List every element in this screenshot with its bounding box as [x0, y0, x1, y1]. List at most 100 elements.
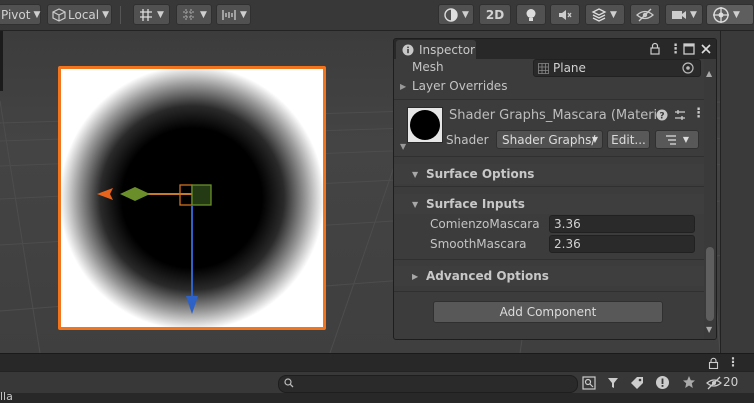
comienzomascara-value: 3.36 [554, 217, 581, 231]
material-preview-thumbnail [407, 107, 443, 143]
yz-plane-handle[interactable] [191, 184, 212, 206]
shader-value: Shader Graphs/ [502, 132, 596, 147]
mesh-value: Plane [553, 61, 586, 75]
lock-icon[interactable] [649, 42, 661, 55]
label-tag-icon[interactable] [630, 376, 644, 390]
y-axis-arrow[interactable] [186, 296, 198, 314]
material-foldout-arrow[interactable]: ▼ [400, 142, 406, 151]
lock-icon[interactable] [708, 357, 719, 369]
increment-snap-toggle[interactable]: ▼ [176, 4, 212, 25]
shader-dropdown[interactable]: Shader Graphs/ ▼ [496, 130, 603, 149]
shader-options-dropdown[interactable]: ▼ [655, 130, 699, 149]
panel-menu-icon[interactable]: ⋮ [727, 355, 739, 369]
foldout-arrow: ▶ [412, 271, 419, 281]
preset-sliders-icon[interactable] [674, 109, 686, 121]
property-label-comienzomascara: ComienzoMascara [430, 217, 540, 231]
material-name: Shader Graphs_Mascara (Materi [449, 108, 658, 123]
local-label: Local [68, 7, 100, 22]
camera-settings-dropdown[interactable]: ▼ [665, 4, 703, 25]
hidden-count: 20 [723, 375, 739, 389]
adjacent-panel-strip [720, 31, 754, 353]
inspector-tab-label: Inspector [419, 42, 475, 57]
smoothmascara-value: 2.36 [554, 237, 581, 251]
scroll-up-arrow[interactable]: ▲ [706, 69, 712, 78]
audio-toggle[interactable] [550, 4, 580, 25]
add-component-button[interactable]: Add Component [433, 301, 663, 323]
pivot-label: Pivot [1, 7, 31, 22]
chevron-down-icon: ▼ [462, 9, 469, 20]
mesh-label: Mesh [412, 60, 444, 74]
help-icon[interactable]: ? [656, 109, 668, 121]
mode-2d-toggle[interactable]: 2D [479, 4, 511, 25]
search-icon [284, 378, 294, 388]
layer-overrides-foldout-arrow[interactable]: ▶ [400, 82, 406, 91]
eye-slash-icon [636, 7, 654, 23]
z-axis-cone[interactable] [120, 187, 150, 201]
scene-toolbar: Pivot ▼ Local ▼ ▼ ▼ ▼ ▼ 2D ▼ ▼ ▼ [0, 0, 754, 31]
pivot-dropdown[interactable]: Pivot ▼ [0, 4, 41, 25]
layer-overrides-label[interactable]: Layer Overrides [412, 79, 507, 93]
lightbulb-icon [523, 7, 539, 23]
status-text: lla [0, 390, 13, 403]
shading-sphere-icon [443, 7, 459, 23]
hidden-objects-toggle[interactable] [630, 4, 660, 25]
comienzomascara-float-field[interactable]: 3.36 [549, 215, 695, 233]
lighting-toggle[interactable] [516, 4, 546, 25]
hidden-packages-icon[interactable] [706, 376, 722, 390]
shader-label: Shader [446, 133, 489, 147]
filter-icon[interactable] [606, 376, 620, 390]
shading-mode-dropdown[interactable]: ▼ [438, 4, 474, 25]
edit-shader-button[interactable]: Edit... [607, 130, 650, 149]
tab-inspector[interactable]: Inspector [396, 40, 476, 59]
grid-snap-toggle[interactable]: ▼ [133, 4, 170, 25]
local-global-dropdown[interactable]: Local ▼ [47, 4, 112, 25]
snap-increment-icon [181, 7, 197, 23]
chevron-down-icon: ▼ [682, 135, 690, 144]
mesh-object-field[interactable]: Plane [533, 59, 701, 77]
divider [394, 259, 704, 260]
chevron-down-icon: ▼ [102, 9, 110, 20]
inspector-header: Inspector ⋮ [394, 39, 716, 59]
scrollbar-thumb[interactable] [706, 247, 714, 321]
chevron-down-icon: ▼ [610, 9, 617, 20]
align-icon [221, 7, 237, 23]
console-header: ⋮ [0, 353, 754, 372]
panel-menu-icon[interactable]: ⋮ [669, 42, 682, 57]
favorites-star-icon[interactable] [682, 375, 696, 389]
add-component-label: Add Component [499, 305, 597, 319]
foldout-arrow: ▼ [412, 169, 419, 179]
surface-options-section[interactable]: ▼ Surface Options [394, 164, 704, 184]
transform-gizmo[interactable] [95, 181, 225, 321]
object-picker-icon[interactable] [682, 62, 694, 74]
align-dropdown[interactable]: ▼ [216, 4, 251, 25]
project-search-toolbar: 20 [0, 371, 754, 394]
divider [394, 156, 704, 157]
chevron-down-icon: ▼ [690, 9, 697, 20]
advanced-options-section[interactable]: ▶ Advanced Options [394, 266, 704, 286]
close-icon[interactable] [700, 43, 712, 55]
scroll-down-arrow[interactable]: ▼ [706, 325, 712, 334]
chevron-down-icon: ▼ [157, 9, 164, 20]
maximize-icon[interactable] [683, 43, 695, 55]
inspector-panel: Inspector ⋮ Mesh Plane ▶ Layer Overrides… [393, 38, 717, 340]
divider [394, 291, 704, 292]
inspector-scrollbar[interactable]: ▲ ▼ [704, 59, 716, 339]
gizmo-globe-icon [712, 6, 730, 24]
foldout-arrow: ▼ [412, 199, 419, 209]
audio-muted-icon [557, 7, 573, 23]
x-axis-arrow[interactable] [97, 188, 113, 200]
smoothmascara-float-field[interactable]: 2.36 [549, 235, 695, 253]
search-by-type-icon[interactable] [582, 376, 596, 390]
grid-snap-icon [138, 7, 154, 23]
effects-layers-icon [591, 7, 607, 23]
surface-inputs-section[interactable]: ▼ Surface Inputs [394, 194, 704, 214]
camera-icon [671, 8, 687, 22]
left-edge-overlay [0, 31, 3, 91]
divider [394, 99, 704, 100]
search-input[interactable] [278, 375, 578, 393]
effects-dropdown[interactable]: ▼ [585, 4, 625, 25]
gizmos-dropdown[interactable]: ▼ [706, 4, 754, 25]
warning-filter-icon[interactable] [655, 375, 670, 390]
property-label-smoothmascara: SmoothMascara [430, 237, 527, 251]
edit-button-label: Edit... [611, 132, 646, 147]
